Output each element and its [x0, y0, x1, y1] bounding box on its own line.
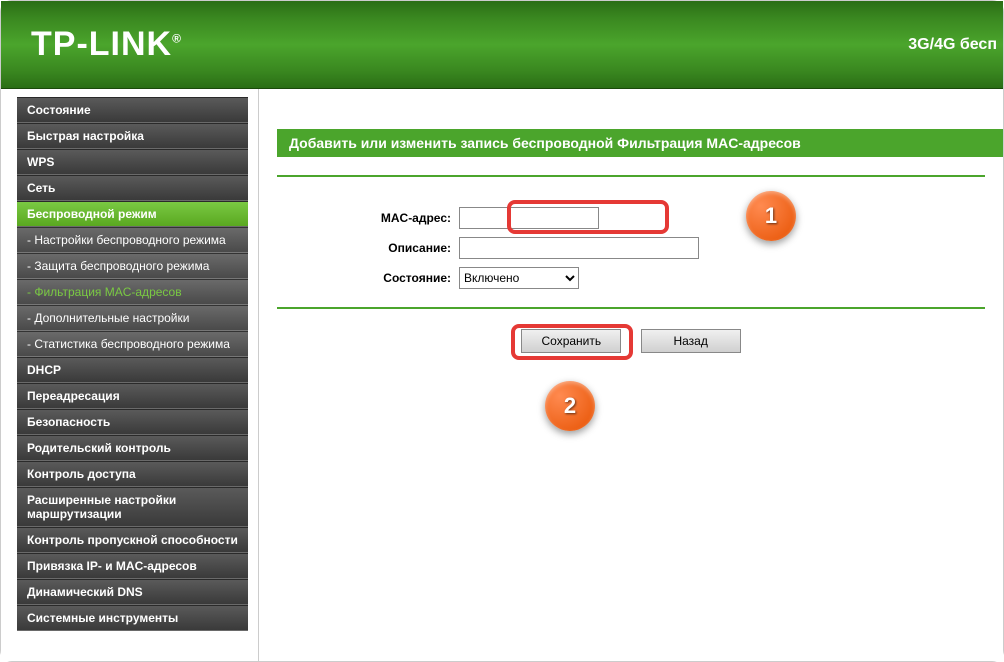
sidebar-subitem-mac-filter[interactable]: - Фильтрация MAC-адресов — [17, 279, 248, 305]
page-title: Добавить или изменить запись беспроводно… — [277, 129, 1003, 157]
sidebar-item-ddns[interactable]: Динамический DNS — [17, 579, 248, 605]
sidebar-subitem-wireless-settings[interactable]: - Настройки беспроводного режима — [17, 227, 248, 253]
sidebar-item-ip-mac-binding[interactable]: Привязка IP- и MAC-адресов — [17, 553, 248, 579]
save-button[interactable]: Сохранить — [521, 329, 621, 353]
sidebar-item-system-tools[interactable]: Системные инструменты — [17, 605, 248, 631]
desc-input[interactable] — [459, 237, 699, 259]
sidebar-item-wireless[interactable]: Беспроводной режим — [17, 201, 248, 227]
desc-label: Описание: — [279, 241, 459, 255]
main-container: Состояние Быстрая настройка WPS Сеть Бес… — [1, 89, 1003, 661]
sidebar-item-dhcp[interactable]: DHCP — [17, 357, 248, 383]
sidebar-item-forwarding[interactable]: Переадресация — [17, 383, 248, 409]
sidebar: Состояние Быстрая настройка WPS Сеть Бес… — [1, 89, 259, 661]
sidebar-item-network[interactable]: Сеть — [17, 175, 248, 201]
state-select[interactable]: Включено — [459, 267, 579, 289]
sidebar-subitem-wireless-security[interactable]: - Защита беспроводного режима — [17, 253, 248, 279]
back-button[interactable]: Назад — [641, 329, 741, 353]
sidebar-item-parental[interactable]: Родительский контроль — [17, 435, 248, 461]
mac-label: MAC-адрес: — [279, 211, 459, 225]
sidebar-subitem-advanced[interactable]: - Дополнительные настройки — [17, 305, 248, 331]
logo: TP-LINK® — [31, 25, 182, 64]
form-row-desc: Описание: — [279, 237, 983, 259]
sidebar-item-quick-setup[interactable]: Быстрая настройка — [17, 123, 248, 149]
sidebar-item-security[interactable]: Безопасность — [17, 409, 248, 435]
content-area: Добавить или изменить запись беспроводно… — [259, 89, 1003, 661]
form-area: MAC-адрес: Описание: Состояние: Включено — [259, 177, 1003, 289]
mac-input[interactable] — [459, 207, 599, 229]
header: TP-LINK® 3G/4G бесп — [1, 1, 1003, 89]
form-row-mac: MAC-адрес: — [279, 207, 983, 229]
sidebar-item-wps[interactable]: WPS — [17, 149, 248, 175]
sidebar-item-routing[interactable]: Расширенные настройки маршрутизации — [17, 487, 248, 527]
form-row-state: Состояние: Включено — [279, 267, 983, 289]
button-row: Сохранить Назад — [259, 309, 1003, 353]
sidebar-subitem-wireless-stats[interactable]: - Статистика беспроводного режима — [17, 331, 248, 357]
state-label: Состояние: — [279, 271, 459, 285]
sidebar-item-status[interactable]: Состояние — [17, 97, 248, 123]
sidebar-item-bandwidth[interactable]: Контроль пропускной способности — [17, 527, 248, 553]
header-product-text: 3G/4G бесп — [908, 36, 1003, 54]
sidebar-item-access-control[interactable]: Контроль доступа — [17, 461, 248, 487]
